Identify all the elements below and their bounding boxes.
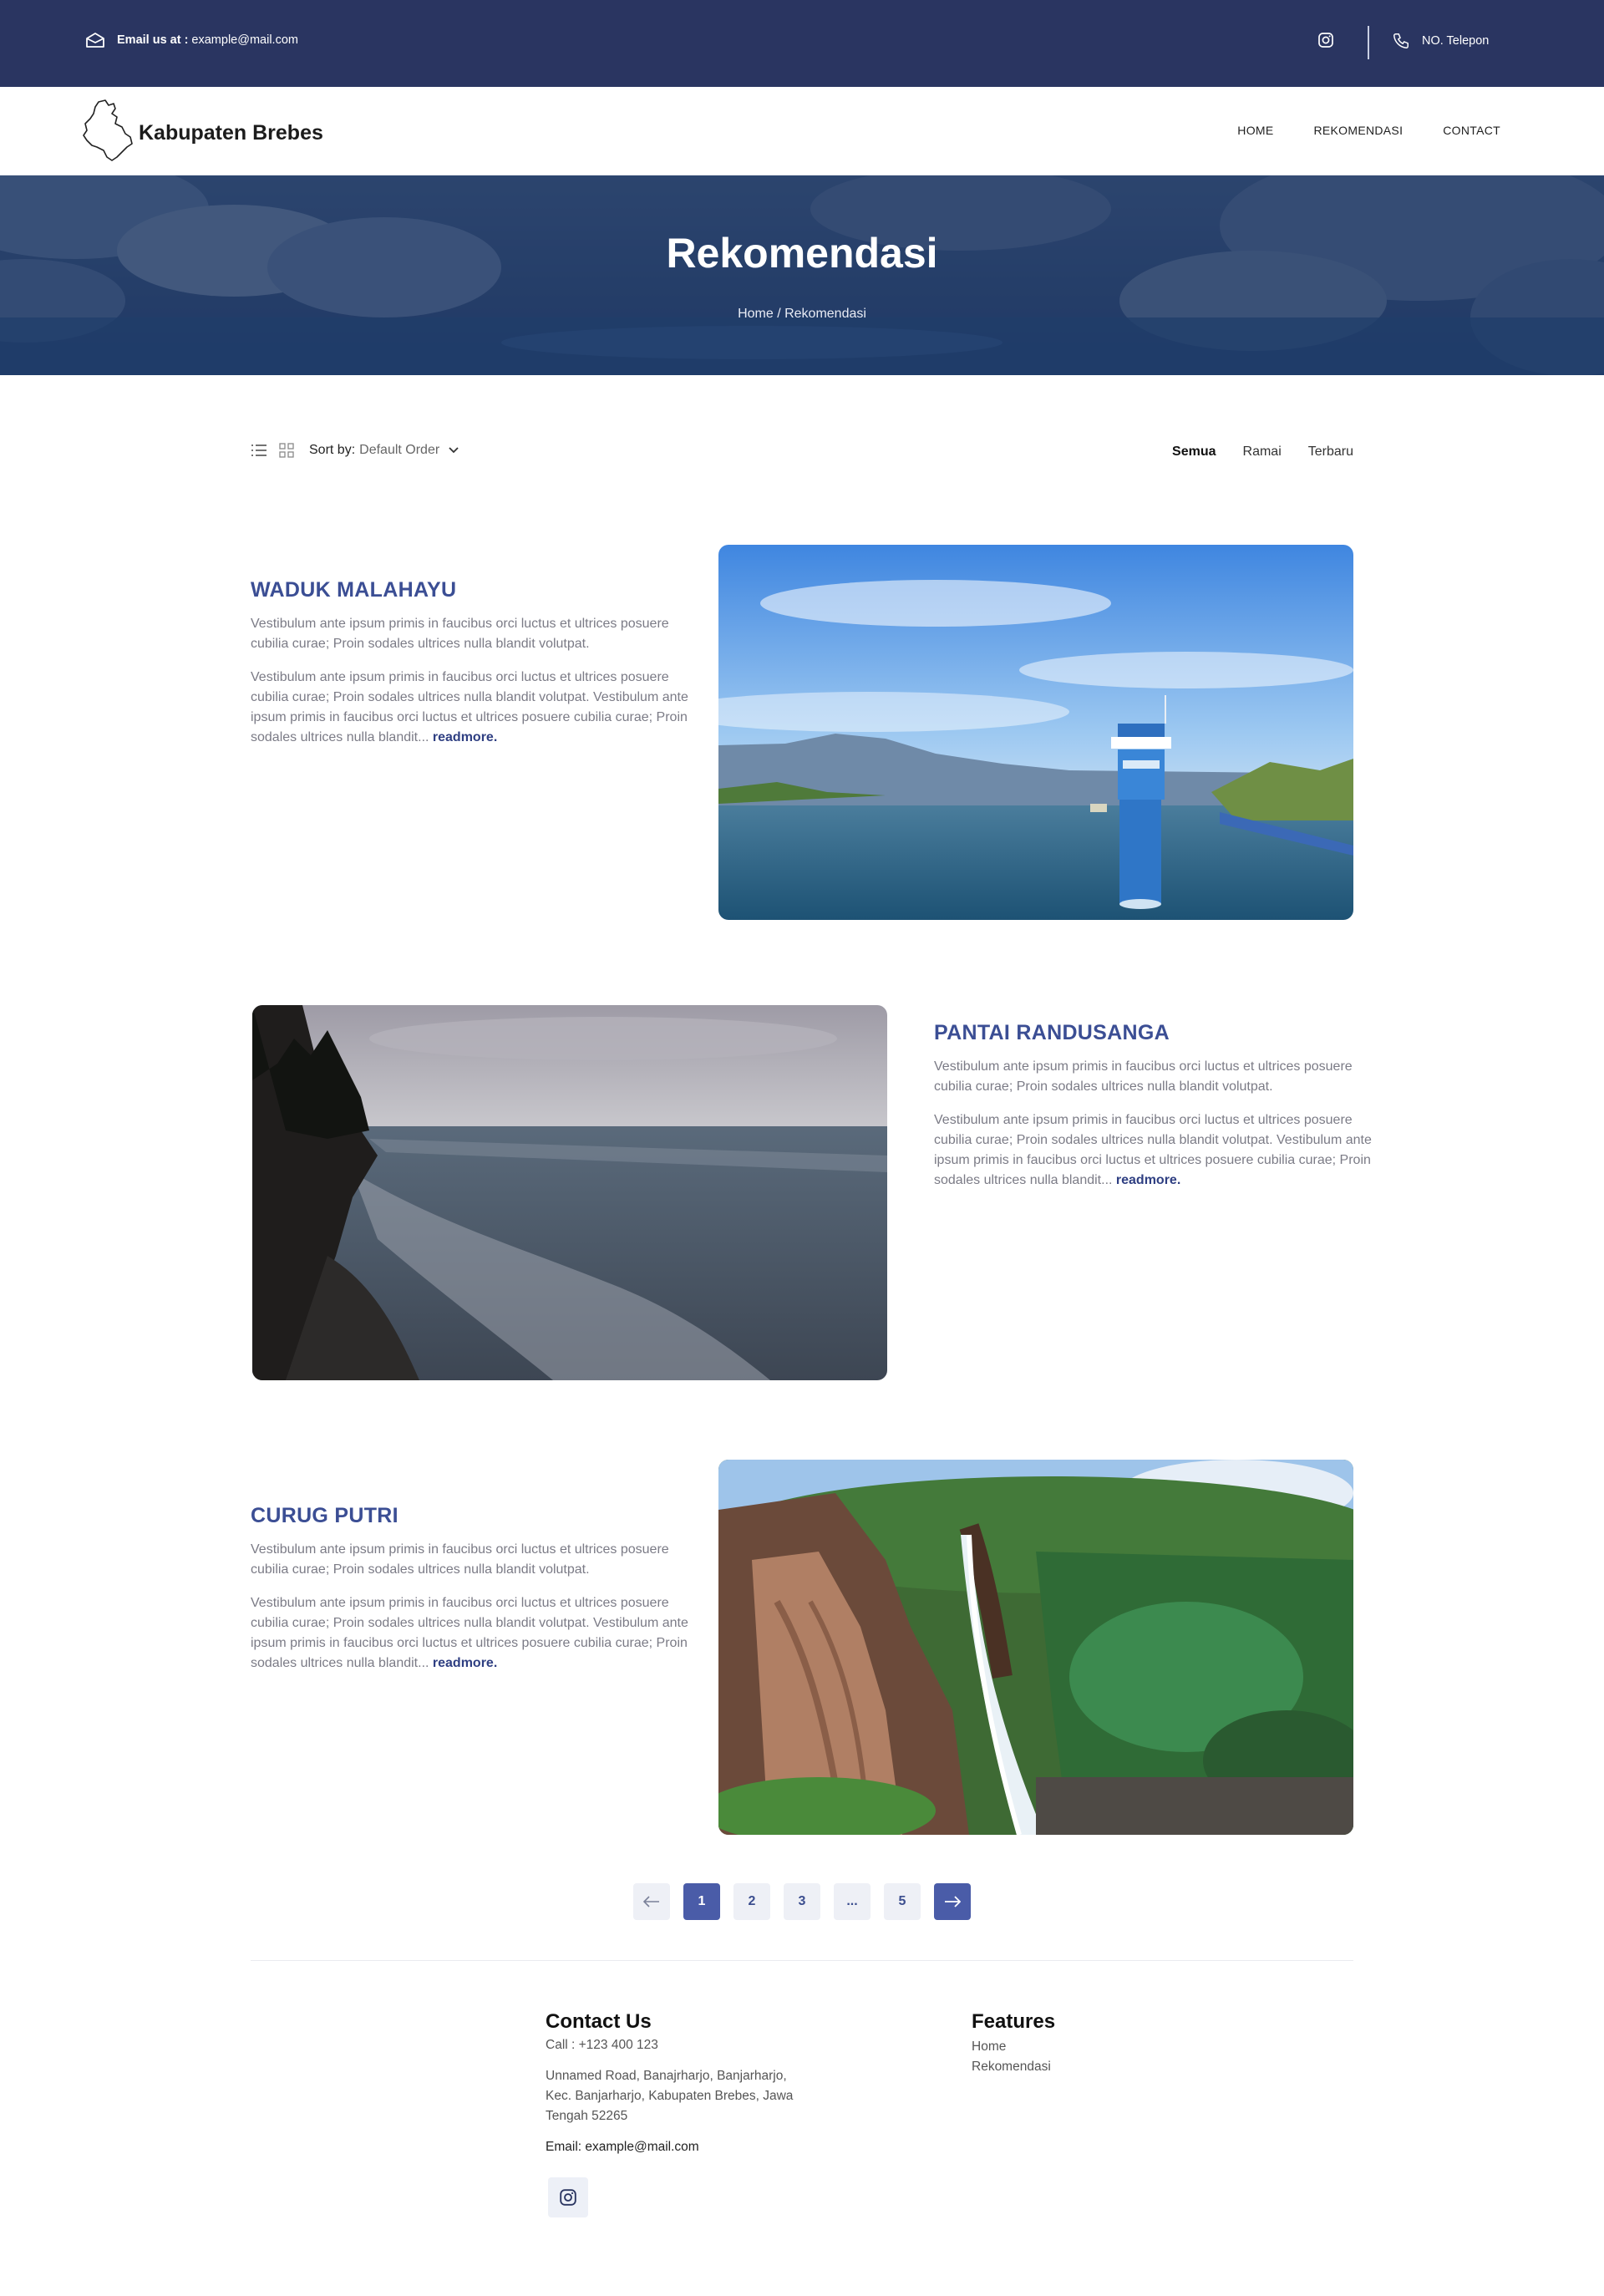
- card-description: Vestibulum ante ipsum primis in faucibus…: [934, 1113, 1372, 1187]
- address-line-3: Tengah 52265: [546, 2109, 628, 2123]
- arrow-right-icon: [945, 1896, 961, 1907]
- filter-semua[interactable]: Semua: [1172, 444, 1216, 460]
- nav-rekomendasi[interactable]: REKOMENDASI: [1314, 124, 1404, 137]
- prev-page-button[interactable]: [633, 1883, 670, 1920]
- filter-tabs: Semua Ramai Terbaru: [1172, 444, 1353, 460]
- sort-value: Default Order: [359, 443, 440, 457]
- card-summary: Vestibulum ante ipsum primis in faucibus…: [251, 617, 669, 651]
- page-2-button[interactable]: 2: [733, 1883, 770, 1920]
- instagram-icon[interactable]: [1317, 32, 1334, 48]
- footer-features: Features Home Rekomendasi: [972, 2010, 1222, 2077]
- envelope-icon: [86, 33, 104, 48]
- contact-call[interactable]: Call : +123 400 123: [546, 2035, 880, 2055]
- photo-curug-putri[interactable]: [718, 1460, 1353, 1835]
- email-contact[interactable]: Email us at : example@mail.com: [85, 32, 298, 48]
- phone-icon: [1393, 33, 1409, 48]
- waterfall-cliff-image: [718, 1460, 1353, 1835]
- brand-name: Kabupaten Brebes: [139, 120, 323, 145]
- sort-dropdown[interactable]: Sort by: Default Order: [309, 443, 459, 458]
- card-text-waduk-malahayu: WADUK MALAHAYU Vestibulum ante ipsum pri…: [251, 578, 702, 748]
- list-view-icon[interactable]: [251, 444, 267, 457]
- page-ellipsis: ...: [834, 1883, 871, 1920]
- readmore-link[interactable]: readmore.: [433, 1656, 497, 1670]
- phone-label: NO. Telepon: [1422, 34, 1490, 48]
- page-3-button[interactable]: 3: [784, 1883, 820, 1920]
- navbar: Kabupaten Brebes HOME REKOMENDASI CONTAC…: [0, 87, 1604, 175]
- nav-contact[interactable]: CONTACT: [1443, 124, 1500, 137]
- email-label: Email us at :: [117, 33, 189, 47]
- card-title[interactable]: WADUK MALAHAYU: [251, 578, 702, 602]
- card-summary: Vestibulum ante ipsum primis in faucibus…: [934, 1059, 1353, 1094]
- card-text-pantai-randusanga: PANTAI RANDUSANGA Vestibulum ante ipsum …: [934, 1021, 1385, 1191]
- brand[interactable]: Kabupaten Brebes: [82, 99, 323, 162]
- listing-toolbar: Sort by: Default Order Semua Ramai Terba…: [251, 443, 1353, 463]
- photo-pantai-randusanga[interactable]: [252, 1005, 887, 1380]
- contact-email[interactable]: Email: example@mail.com: [546, 2137, 880, 2157]
- page-title: Rekomendasi: [666, 230, 938, 277]
- footer-contact: Contact Us Call : +123 400 123 Unnamed R…: [546, 2010, 880, 2157]
- beach-shoreline-image: [252, 1005, 887, 1380]
- pagination: 1 2 3 ... 5: [633, 1883, 971, 1920]
- breadcrumb[interactable]: Home / Rekomendasi: [0, 307, 1604, 322]
- filter-ramai[interactable]: Ramai: [1243, 444, 1282, 460]
- contact-title: Contact Us: [546, 2010, 652, 2033]
- chevron-down-icon: [449, 447, 459, 454]
- page-1-button[interactable]: 1: [683, 1883, 720, 1920]
- top-bar: Email us at : example@mail.com NO. Telep…: [0, 0, 1604, 87]
- footer-instagram-button[interactable]: [548, 2177, 588, 2217]
- footer-link-rekomendasi[interactable]: Rekomendasi: [972, 2057, 1222, 2077]
- address-line-1: Unnamed Road, Banajrharjo, Banjarharjo,: [546, 2069, 787, 2083]
- address-line-2: Kec. Banjarharjo, Kabupaten Brebes, Jawa: [546, 2089, 794, 2103]
- card-title[interactable]: CURUG PUTRI: [251, 1504, 702, 1528]
- reservoir-tower-image: [718, 545, 1353, 920]
- arrow-left-icon: [643, 1896, 659, 1907]
- next-page-button[interactable]: [934, 1883, 971, 1920]
- readmore-link[interactable]: readmore.: [433, 730, 497, 744]
- card-text-curug-putri: CURUG PUTRI Vestibulum ante ipsum primis…: [251, 1504, 702, 1674]
- features-title: Features: [972, 2010, 1056, 2033]
- hero-banner: Rekomendasi Home / Rekomendasi: [0, 175, 1604, 375]
- readmore-link[interactable]: readmore.: [1116, 1173, 1180, 1187]
- main-nav: HOME REKOMENDASI CONTACT: [1237, 124, 1500, 137]
- regency-map-logo: [83, 99, 133, 161]
- grid-view-icon[interactable]: [279, 443, 294, 458]
- card-title[interactable]: PANTAI RANDUSANGA: [934, 1021, 1385, 1045]
- footer-link-home[interactable]: Home: [972, 2037, 1222, 2057]
- phone-contact[interactable]: NO. Telepon: [1392, 32, 1489, 50]
- filter-terbaru[interactable]: Terbaru: [1308, 444, 1353, 460]
- page-5-button[interactable]: 5: [884, 1883, 921, 1920]
- card-description: Vestibulum ante ipsum primis in faucibus…: [251, 1596, 688, 1670]
- card-description: Vestibulum ante ipsum primis in faucibus…: [251, 670, 688, 744]
- nav-home[interactable]: HOME: [1237, 124, 1273, 137]
- instagram-icon: [560, 2189, 576, 2206]
- card-summary: Vestibulum ante ipsum primis in faucibus…: [251, 1542, 669, 1577]
- email-value[interactable]: example@mail.com: [191, 33, 298, 47]
- footer-divider: [251, 1960, 1353, 1961]
- sort-label: Sort by:: [309, 443, 356, 457]
- topbar-divider: [1368, 26, 1369, 59]
- view-and-sort: Sort by: Default Order: [251, 443, 459, 458]
- photo-waduk-malahayu[interactable]: [718, 545, 1353, 920]
